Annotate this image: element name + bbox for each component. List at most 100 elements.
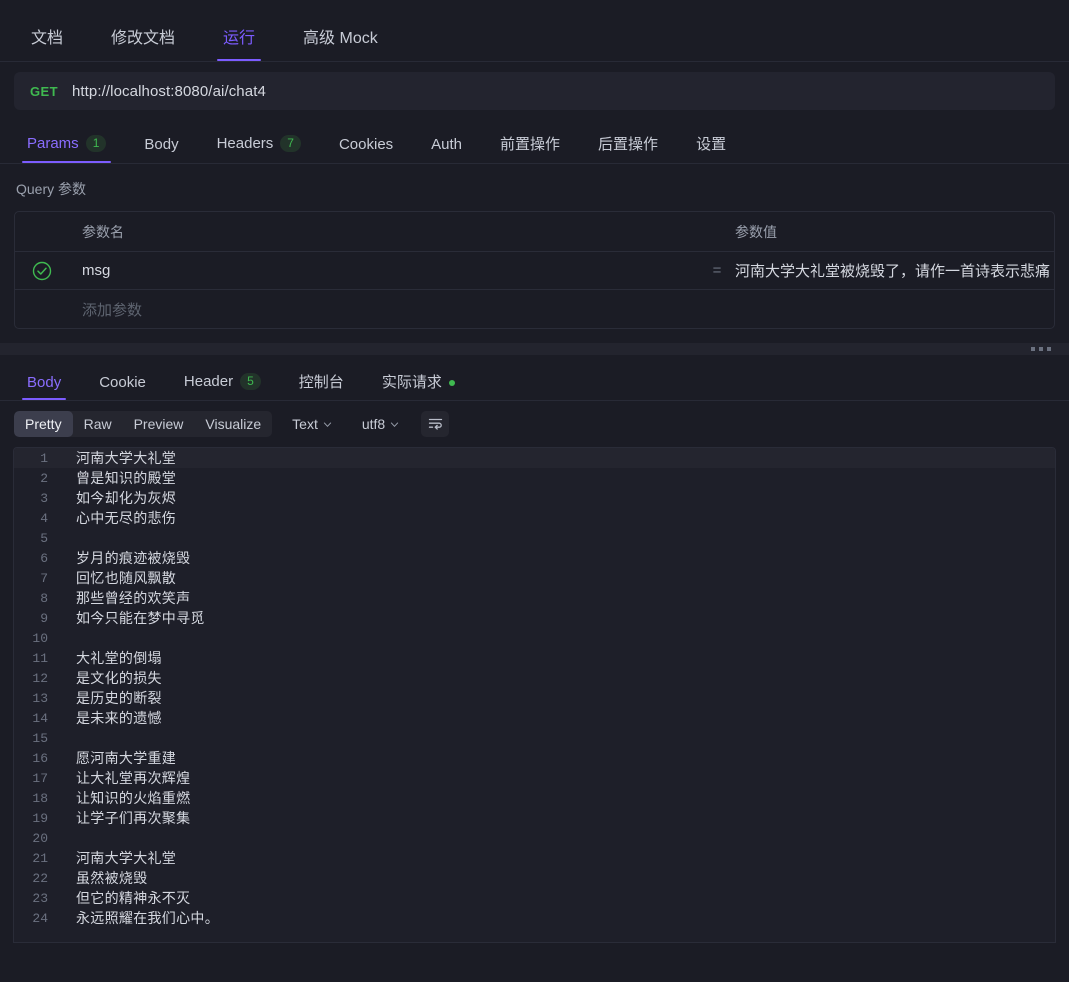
- add-param-row[interactable]: 添加参数: [15, 290, 1054, 328]
- tab-params-label: Params: [27, 135, 79, 152]
- http-method-label[interactable]: GET: [30, 84, 58, 99]
- response-tab-bar: Body Cookie Header 5 控制台 实际请求: [0, 355, 1069, 401]
- tab-post-operation[interactable]: 后置操作: [585, 137, 671, 163]
- line-number: 24: [32, 910, 48, 926]
- top-tab-advanced-mock[interactable]: 高级 Mock: [286, 31, 395, 61]
- tab-cookies[interactable]: Cookies: [326, 137, 406, 163]
- line-content: 大礼堂的倒塌: [76, 650, 162, 666]
- code-line: 20: [14, 828, 1055, 848]
- top-tab-run[interactable]: 运行: [206, 31, 272, 61]
- line-number: 6: [40, 550, 48, 566]
- line-number: 19: [32, 810, 48, 826]
- line-content: 是未来的遗憾: [76, 710, 162, 726]
- param-enabled-checkbox[interactable]: [15, 261, 69, 281]
- code-line: 15: [14, 728, 1055, 748]
- line-content: 是历史的断裂: [76, 690, 162, 706]
- line-number: 17: [32, 770, 48, 786]
- code-line-list: 1 河南大学大礼堂 2 曾是知识的殿堂 3 如今却化为灰烬 4 心中无尽的悲伤 5 6 岁月的痕迹被…: [14, 448, 1055, 928]
- column-header-value: 参数值: [735, 223, 777, 240]
- response-body-viewer[interactable]: 1 河南大学大礼堂 2 曾是知识的殿堂 3 如今却化为灰烬 4 心中无尽的悲伤 5 6 岁月的痕迹被…: [13, 447, 1056, 943]
- add-param-placeholder[interactable]: 添加参数: [69, 299, 701, 320]
- response-tab-actual-request-label: 实际请求: [381, 374, 442, 391]
- code-line: 8 那些曾经的欢笑声: [14, 588, 1055, 608]
- url-bar-container: GET http://localhost:8080/ai/chat4: [0, 62, 1069, 119]
- response-tab-header-badge: 5: [240, 373, 261, 390]
- line-number: 5: [40, 530, 48, 546]
- response-tab-cookie[interactable]: Cookie: [86, 375, 159, 400]
- tab-post-operation-label: 后置操作: [598, 136, 659, 153]
- query-params-section: Query 参数 参数名 参数值 msg = 河南大学大礼堂被烧毁了，请作一首诗…: [0, 164, 1069, 329]
- param-name-input[interactable]: msg: [69, 262, 701, 279]
- view-mode-visualize[interactable]: Visualize: [194, 411, 272, 437]
- query-params-title: Query 参数: [16, 181, 87, 197]
- param-value-input[interactable]: 河南大学大礼堂被烧毁了，请作一首诗表示悲痛: [733, 260, 1054, 281]
- view-mode-pretty[interactable]: Pretty: [14, 411, 73, 437]
- tab-cookies-label: Cookies: [338, 136, 394, 153]
- code-line: 6 岁月的痕迹被烧毁: [14, 548, 1055, 568]
- drag-handle-icon: [1031, 347, 1051, 351]
- response-tab-actual-request[interactable]: 实际请求: [369, 375, 468, 400]
- top-tab-edit-doc[interactable]: 修改文档: [94, 31, 192, 61]
- table-row[interactable]: msg = 河南大学大礼堂被烧毁了，请作一首诗表示悲痛: [15, 252, 1054, 290]
- url-input[interactable]: http://localhost:8080/ai/chat4: [72, 83, 266, 100]
- line-number: 23: [32, 890, 48, 906]
- line-content: 心中无尽的悲伤: [76, 510, 177, 526]
- tab-body[interactable]: Body: [131, 137, 191, 163]
- response-tab-header[interactable]: Header 5: [171, 373, 274, 400]
- tab-params[interactable]: Params 1: [14, 135, 119, 163]
- column-header-name: 参数名: [82, 223, 124, 240]
- code-line: 7 回忆也随风飘散: [14, 568, 1055, 588]
- line-content: 那些曾经的欢笑声: [76, 590, 191, 606]
- code-line: 23 但它的精神永不灭: [14, 888, 1055, 908]
- toggle-word-wrap-button[interactable]: [421, 411, 450, 437]
- line-number: 8: [40, 590, 48, 606]
- response-tab-body[interactable]: Body: [14, 375, 74, 400]
- response-tab-console[interactable]: 控制台: [286, 375, 357, 400]
- line-number: 10: [32, 630, 48, 646]
- panel-splitter[interactable]: [0, 343, 1069, 355]
- line-number: 21: [32, 850, 48, 866]
- line-number: 22: [32, 870, 48, 886]
- chevron-down-icon: [391, 421, 399, 427]
- response-body-toolbar: Pretty Raw Preview Visualize Text utf8: [0, 401, 1069, 447]
- tab-settings[interactable]: 设置: [683, 137, 739, 163]
- line-content: 如今只能在梦中寻觅: [76, 610, 205, 626]
- code-line: 3 如今却化为灰烬: [14, 488, 1055, 508]
- line-number: 11: [32, 650, 48, 666]
- response-tab-header-label: Header: [183, 373, 234, 390]
- url-bar[interactable]: GET http://localhost:8080/ai/chat4: [14, 72, 1055, 110]
- code-line: 13 是历史的断裂: [14, 688, 1055, 708]
- tab-headers[interactable]: Headers 7: [204, 135, 314, 163]
- line-content: 是文化的损失: [76, 670, 162, 686]
- code-line: 14 是未来的遗憾: [14, 708, 1055, 728]
- line-number: 12: [32, 670, 48, 686]
- tab-auth[interactable]: Auth: [418, 137, 475, 163]
- encoding-select[interactable]: utf8: [352, 416, 409, 432]
- line-number: 9: [40, 610, 48, 626]
- format-select[interactable]: Text: [282, 416, 342, 432]
- chevron-down-icon: [323, 421, 332, 427]
- line-number: 15: [32, 730, 48, 746]
- view-mode-preview[interactable]: Preview: [123, 411, 195, 437]
- format-select-value: Text: [292, 416, 318, 432]
- view-mode-raw[interactable]: Raw: [73, 411, 123, 437]
- top-tab-doc[interactable]: 文档: [14, 31, 80, 61]
- param-equals-sign: =: [712, 262, 722, 279]
- tab-headers-label: Headers: [216, 135, 274, 152]
- line-number: 2: [40, 470, 48, 486]
- tab-pre-operation-label: 前置操作: [500, 136, 561, 153]
- code-line: 19 让学子们再次聚集: [14, 808, 1055, 828]
- tab-params-badge: 1: [85, 135, 107, 152]
- code-line: 12 是文化的损失: [14, 668, 1055, 688]
- line-content: 回忆也随风飘散: [76, 570, 177, 586]
- code-line: 17 让大礼堂再次辉煌: [14, 768, 1055, 788]
- code-line: 1 河南大学大礼堂: [14, 448, 1055, 468]
- line-number: 14: [32, 710, 48, 726]
- line-content: 岁月的痕迹被烧毁: [76, 550, 191, 566]
- text-wrap-icon: [428, 418, 442, 430]
- tab-pre-operation[interactable]: 前置操作: [487, 137, 573, 163]
- code-line: 16 愿河南大学重建: [14, 748, 1055, 768]
- document-tab-bar: 文档 修改文档 运行 高级 Mock: [0, 0, 1069, 62]
- code-line: 24 永远照耀在我们心中。: [14, 908, 1055, 928]
- tab-settings-label: 设置: [696, 136, 727, 153]
